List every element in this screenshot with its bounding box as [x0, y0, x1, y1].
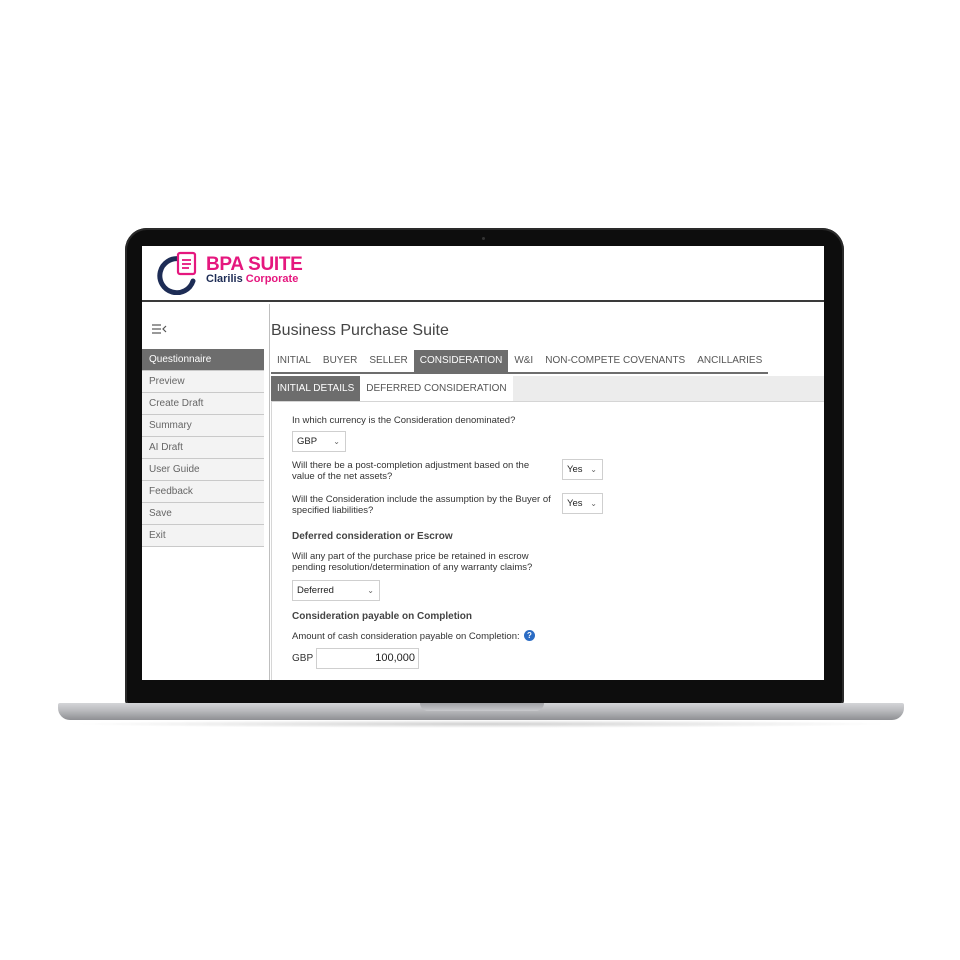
brand-subtitle: Clarilis Corporate	[206, 273, 298, 285]
tab-non-compete-covenants[interactable]: NON-COMPETE COVENANTS	[539, 350, 691, 372]
bpa-logo-icon	[157, 251, 197, 295]
sidebar-item-exit[interactable]: Exit	[142, 525, 264, 547]
subtab-deferred-consideration[interactable]: DEFERRED CONSIDERATION	[360, 376, 513, 401]
subtab-bar: INITIAL DETAILS DEFERRED CONSIDERATION	[271, 376, 824, 402]
question-line: specified liabilities?	[292, 505, 374, 516]
subtab-initial-details[interactable]: INITIAL DETAILS	[271, 376, 361, 401]
brand-subtitle-clarilis: Clarilis	[206, 273, 243, 285]
help-icon[interactable]: ?	[524, 630, 535, 641]
liabilities-select-value: Yes	[567, 498, 583, 509]
section-tabs: INITIAL BUYER SELLER CONSIDERATION W&I N…	[271, 350, 769, 374]
questionnaire-form: In which currency is the Consideration d…	[271, 402, 824, 680]
question-currency: In which currency is the Consideration d…	[292, 415, 516, 426]
cash-amount-input[interactable]: 100,000	[316, 648, 419, 669]
sidebar-menu: Questionnaire Preview Create Draft Summa…	[142, 349, 264, 547]
page-title: Business Purchase Suite	[271, 322, 449, 339]
question-line: pending resolution/determination of any …	[292, 562, 533, 573]
chevron-down-icon: ⌄	[367, 586, 374, 595]
sidebar-item-ai-draft[interactable]: AI Draft	[142, 437, 264, 459]
question-line: Will any part of the purchase price be r…	[292, 551, 529, 562]
sidebar-item-feedback[interactable]: Feedback	[142, 481, 264, 503]
laptop-base-notch	[420, 703, 544, 711]
chevron-down-icon: ⌄	[590, 499, 597, 508]
sidebar-item-preview[interactable]: Preview	[142, 371, 264, 393]
liabilities-select[interactable]: Yes ⌄	[562, 493, 603, 514]
adjustment-select[interactable]: Yes ⌄	[562, 459, 603, 480]
laptop-shadow	[70, 720, 892, 728]
sidebar-item-create-draft[interactable]: Create Draft	[142, 393, 264, 415]
escrow-select[interactable]: Deferred ⌄	[292, 580, 380, 601]
sidebar-item-summary[interactable]: Summary	[142, 415, 264, 437]
question-line: value of the net assets?	[292, 471, 393, 482]
tab-initial[interactable]: INITIAL	[271, 350, 317, 372]
brand-subtitle-corporate: Corporate	[245, 273, 299, 285]
section-heading-completion: Consideration payable on Completion	[292, 611, 473, 622]
question-escrow: Will any part of the purchase price be r…	[292, 551, 532, 573]
sidebar-item-questionnaire[interactable]: Questionnaire	[142, 349, 264, 371]
currency-select-value: GBP	[297, 436, 318, 447]
sidebar-item-user-guide[interactable]: User Guide	[142, 459, 264, 481]
amount-currency-label: GBP	[292, 653, 314, 664]
main-content: Business Purchase Suite INITIAL BUYER SE…	[271, 304, 824, 680]
app-header: BPA SUITE Clarilis Corporate	[142, 246, 824, 302]
tab-ancillaries[interactable]: ANCILLARIES	[691, 350, 768, 372]
chevron-down-icon: ⌄	[333, 437, 340, 446]
question-post-completion-adjustment: Will there be a post-completion adjustme…	[292, 460, 529, 482]
section-heading-deferred: Deferred consideration or Escrow	[292, 531, 453, 542]
tab-w-and-i[interactable]: W&I	[508, 350, 539, 372]
question-line: Will there be a post-completion adjustme…	[292, 460, 530, 471]
currency-select[interactable]: GBP ⌄	[292, 431, 346, 452]
chevron-down-icon: ⌄	[590, 465, 597, 474]
adjustment-select-value: Yes	[567, 464, 583, 475]
tab-consideration[interactable]: CONSIDERATION	[413, 350, 509, 372]
collapse-menu-icon[interactable]	[151, 322, 167, 336]
laptop-screen: BPA SUITE Clarilis Corporate Questionnai…	[142, 246, 824, 680]
tab-seller[interactable]: SELLER	[363, 350, 413, 372]
escrow-select-value: Deferred	[297, 585, 334, 596]
question-line: Will the Consideration include the assum…	[292, 494, 551, 505]
webcam	[482, 237, 485, 240]
sidebar: Questionnaire Preview Create Draft Summa…	[142, 304, 270, 680]
question-cash-amount: Amount of cash consideration payable on …	[292, 631, 520, 642]
sidebar-item-save[interactable]: Save	[142, 503, 264, 525]
tab-buyer[interactable]: BUYER	[317, 350, 363, 372]
question-assumed-liabilities: Will the Consideration include the assum…	[292, 494, 551, 516]
